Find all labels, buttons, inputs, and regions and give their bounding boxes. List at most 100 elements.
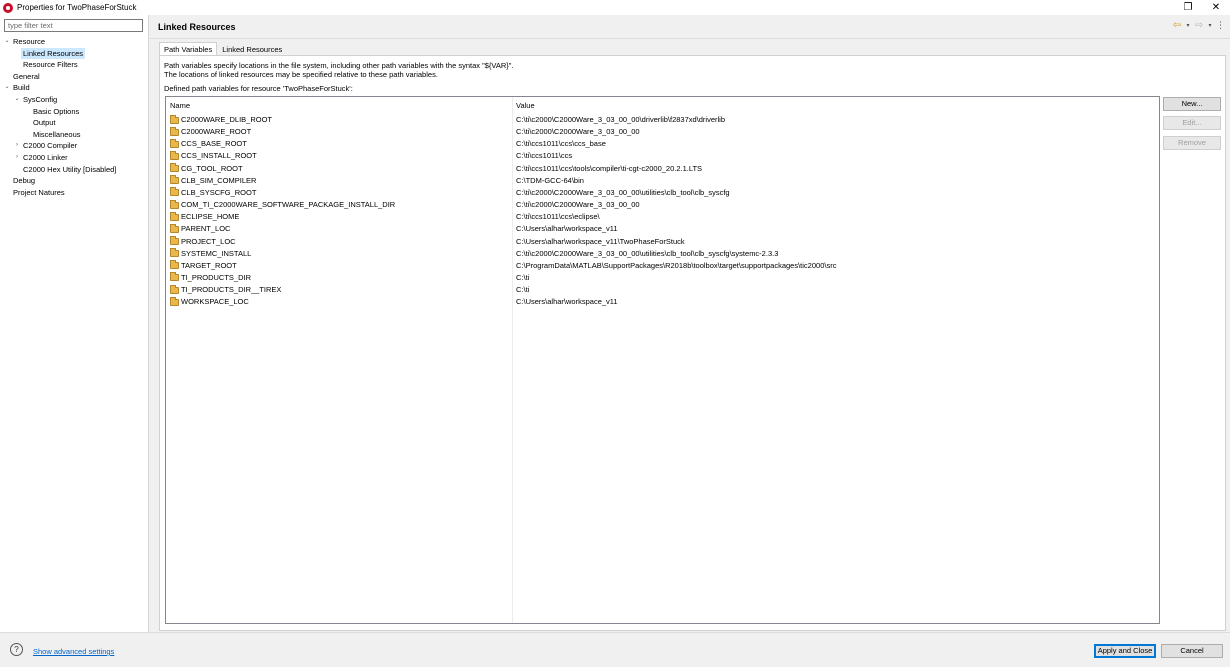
table-row[interactable]: TI_PRODUCTS_DIR C:\ti	[166, 272, 1159, 284]
variable-value: C:\ti\c2000\C2000Ware_3_03_00_00	[516, 127, 640, 137]
tree-item[interactable]: Basic Options	[23, 106, 81, 117]
expand-toggle-icon[interactable]: ⌄	[13, 94, 21, 105]
remove-button[interactable]: Remove	[1163, 136, 1221, 150]
folder-icon	[170, 296, 179, 306]
new-button[interactable]: New...	[1163, 97, 1221, 111]
folder-icon	[170, 150, 179, 160]
tree-item[interactable]: General	[3, 71, 42, 82]
tree-item[interactable]: ⌄ Build	[3, 82, 32, 93]
variable-value: C:\ti	[516, 272, 530, 282]
expand-toggle-icon[interactable]: ⌄	[3, 82, 11, 93]
variable-value: C:\ti\c2000\C2000Ware_3_03_00_00\utiliti…	[516, 187, 730, 197]
name-cell: CLB_SIM_COMPILER	[170, 175, 256, 187]
table-row[interactable]: CLB_SYSCFG_ROOT C:\ti\c2000\C2000Ware_3_0…	[166, 187, 1159, 199]
cancel-button[interactable]: Cancel	[1161, 644, 1223, 658]
tree-item[interactable]: › C2000 Linker	[13, 152, 70, 163]
title-bar: Properties for TwoPhaseForStuck ❐ ✕	[0, 0, 1230, 15]
folder-icon	[170, 175, 179, 185]
name-cell: COM_TI_C2000WARE_SOFTWARE_PACKAGE_INSTAL…	[170, 199, 395, 211]
edit-button[interactable]: Edit...	[1163, 116, 1221, 130]
tree-item[interactable]: ⌄ Resource	[3, 36, 47, 47]
folder-icon	[170, 163, 179, 173]
tree-item[interactable]: › C2000 Compiler	[13, 140, 79, 151]
variable-name: PROJECT_LOC	[181, 236, 236, 246]
tree-item-label: Output	[33, 118, 56, 128]
path-variables-table[interactable]: Name Value C2000WARE_DLIB_ROOT C:\ti\c200…	[165, 96, 1160, 624]
table-row[interactable]: CG_TOOL_ROOT C:\ti\ccs1011\ccs\tools\comp…	[166, 163, 1159, 175]
restore-button[interactable]: ❐	[1174, 0, 1202, 15]
variable-value: C:\Users\alhar\workspace_v11	[516, 297, 618, 307]
tree-item-label: C2000 Hex Utility [Disabled]	[23, 164, 117, 174]
column-header-name[interactable]: Name	[170, 100, 190, 111]
tree-item[interactable]: C2000 Hex Utility [Disabled]	[13, 164, 118, 175]
table-row[interactable]: ECLIPSE_HOME C:\ti\ccs1011\ccs\eclipse\	[166, 211, 1159, 223]
back-arrow-icon[interactable]: ⇦	[1172, 20, 1182, 31]
tree-item-label: Miscellaneous	[33, 129, 81, 139]
name-cell: TI_PRODUCTS_DIR__TIREX	[170, 284, 281, 296]
show-advanced-settings-link[interactable]: Show advanced settings	[33, 647, 114, 656]
table-row[interactable]: COM_TI_C2000WARE_SOFTWARE_PACKAGE_INSTAL…	[166, 199, 1159, 211]
table-row[interactable]: PROJECT_LOC C:\Users\alhar\workspace_v11\…	[166, 236, 1159, 248]
expand-toggle-icon[interactable]: ›	[13, 152, 21, 163]
tree-item-label: Resource	[13, 37, 46, 46]
folder-icon	[170, 284, 179, 294]
table-row[interactable]: WORKSPACE_LOC C:\Users\alhar\workspace_v1…	[166, 296, 1159, 308]
variable-value: C:\ti\c2000\C2000Ware_3_03_00_00\utiliti…	[516, 248, 779, 258]
close-button[interactable]: ✕	[1202, 0, 1230, 15]
tree-item[interactable]: Resource Filters	[13, 59, 80, 70]
forward-menu-chevron-icon[interactable]: ▾	[1207, 22, 1213, 29]
folder-icon	[170, 223, 179, 233]
name-cell: WORKSPACE_LOC	[170, 296, 249, 308]
name-cell: SYSTEMC_INSTALL	[170, 248, 251, 260]
expand-toggle-icon[interactable]: ⌄	[3, 36, 11, 47]
tree-item[interactable]: Debug	[3, 175, 37, 186]
variable-value: C:\Users\alhar\workspace_v11	[516, 224, 618, 234]
name-cell: ECLIPSE_HOME	[170, 211, 239, 223]
apply-and-close-button[interactable]: Apply and Close	[1094, 644, 1156, 658]
tab-path-variables[interactable]: Path Variables	[159, 42, 218, 56]
page-title: Linked Resources	[158, 22, 236, 32]
view-menu-icon[interactable]: ⋮	[1216, 20, 1225, 31]
variable-value: C:\ti\c2000\C2000Ware_3_03_00_00\driverl…	[516, 115, 726, 124]
tree-item[interactable]: Project Natures	[3, 187, 67, 198]
folder-icon	[170, 199, 179, 209]
tree-item-label: SysConfig	[23, 95, 58, 104]
tab-linked-resources[interactable]: Linked Resources	[217, 42, 287, 56]
tree-item-label: General	[13, 71, 40, 81]
folder-icon	[170, 272, 179, 282]
table-row[interactable]: C2000WARE_DLIB_ROOT C:\ti\c2000\C2000Ware…	[166, 114, 1159, 126]
folder-icon	[170, 236, 179, 245]
tree-item[interactable]: Miscellaneous	[23, 129, 83, 140]
tree-item[interactable]: ⌄ SysConfig	[13, 94, 59, 105]
forward-arrow-icon[interactable]: ⇨	[1194, 20, 1204, 31]
table-row[interactable]: TARGET_ROOT C:\ProgramData\MATLAB\Support…	[166, 260, 1159, 272]
variable-value: C:\ti\ccs1011\ccs\ccs_base	[516, 139, 606, 149]
table-row[interactable]: CCS_INSTALL_ROOT C:\ti\ccs1011\ccs	[166, 150, 1159, 162]
table-row[interactable]: CCS_BASE_ROOT C:\ti\ccs1011\ccs\ccs_base	[166, 138, 1159, 150]
table-row[interactable]: C2000WARE_ROOT C:\ti\c2000\C2000Ware_3_03…	[166, 126, 1159, 138]
variable-name: C2000WARE_ROOT	[181, 127, 252, 137]
history-navigation: ⇦ ▾ ⇨ ▾ ⋮	[1172, 20, 1225, 31]
name-cell: C2000WARE_DLIB_ROOT	[170, 114, 272, 126]
back-menu-chevron-icon[interactable]: ▾	[1185, 22, 1191, 29]
column-header-value[interactable]: Value	[516, 100, 535, 111]
tree-item[interactable]: Linked Resources	[13, 47, 86, 59]
path-variables-panel: Path variables specify locations in the …	[159, 55, 1226, 631]
tree-item[interactable]: Output	[23, 117, 58, 128]
variable-name: C2000WARE_DLIB_ROOT	[181, 115, 273, 124]
table-row[interactable]: PARENT_LOC C:\Users\alhar\workspace_v11	[166, 223, 1159, 235]
expand-toggle-icon[interactable]: ›	[13, 140, 21, 151]
name-cell: TARGET_ROOT	[170, 260, 237, 272]
filter-input[interactable]	[4, 19, 143, 32]
name-cell: CLB_SYSCFG_ROOT	[170, 187, 256, 199]
tab-bar: Path Variables Linked Resources	[159, 42, 287, 56]
table-row[interactable]: CLB_SIM_COMPILER C:\TDM-GCC-64\bin	[166, 175, 1159, 187]
table-row[interactable]: TI_PRODUCTS_DIR__TIREX C:\ti	[166, 284, 1159, 296]
help-icon[interactable]: ?	[10, 643, 23, 656]
table-row[interactable]: SYSTEMC_INSTALL C:\ti\c2000\C2000Ware_3_0…	[166, 248, 1159, 260]
